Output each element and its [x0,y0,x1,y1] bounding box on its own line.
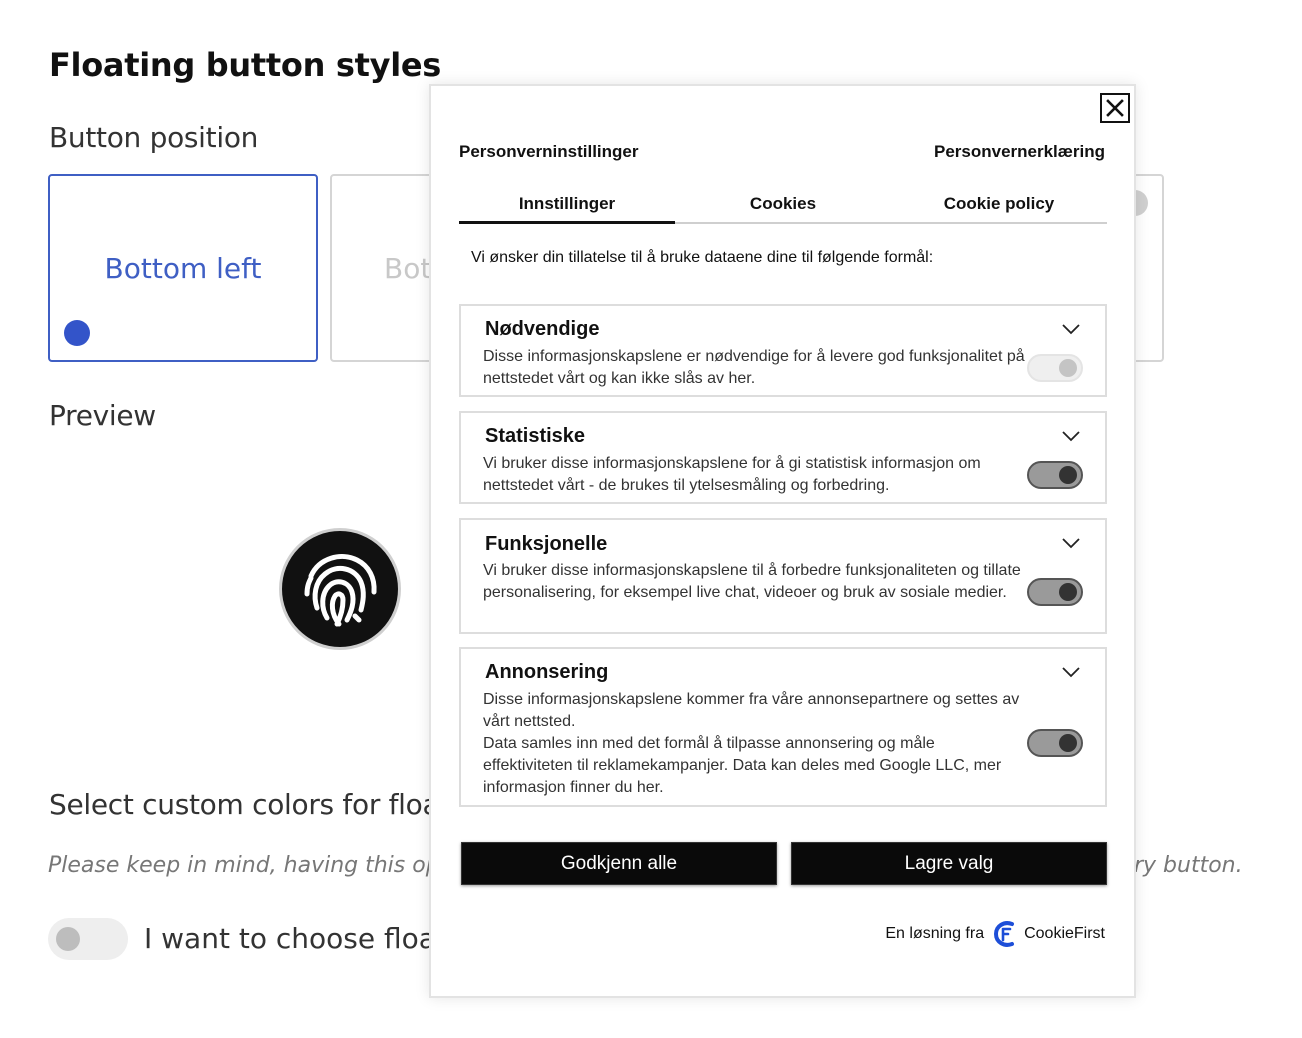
category-advertising: Annonsering Disse informasjonskapslene k… [459,647,1107,807]
category-statistics: Statistiske Vi bruker disse informasjons… [459,411,1107,504]
category-description: Disse informasjonskapslene er nødvendige… [483,348,1025,387]
modal-tabs: Innstillinger Cookies Cookie policy [459,194,1107,224]
category-toggle-necessary[interactable] [1027,354,1083,382]
category-title: Statistiske [485,425,586,447]
chevron-down-icon[interactable] [1061,536,1081,550]
category-description: Disse informasjonskapslene kommer fra vå… [483,691,1020,730]
category-functional: Funksjonelle Vi bruker disse informasjon… [459,518,1107,634]
toggle-knob [1059,466,1077,484]
category-toggle-functional[interactable] [1027,578,1083,606]
custom-colors-note-tail: ry button. [1134,853,1243,878]
preview-heading: Preview [49,399,156,432]
custom-colors-toggle[interactable] [48,918,128,960]
position-dot [64,320,90,346]
save-choices-button[interactable]: Lagre valg [791,842,1107,885]
category-toggle-advertising[interactable] [1027,729,1083,757]
page-title: Floating button styles [49,46,442,84]
position-option-label: Bottom left [104,252,262,285]
button-position-heading: Button position [49,121,259,154]
tab-cookie-policy[interactable]: Cookie policy [891,194,1107,222]
tab-cookies[interactable]: Cookies [675,194,891,222]
category-title: Nødvendige [485,318,600,340]
tab-settings[interactable]: Innstillinger [459,194,675,224]
fingerprint-icon [304,554,377,627]
category-necessary: Nødvendige Disse informasjonskapslene er… [459,304,1107,397]
category-description: Vi bruker disse informasjonskapslene til… [483,562,1021,601]
category-title: Annonsering [485,661,609,683]
close-button[interactable] [1100,93,1130,123]
category-description-extra: Data samles inn med det formål å tilpass… [483,735,1002,796]
chevron-down-icon[interactable] [1061,429,1081,443]
category-toggle-statistics[interactable] [1027,461,1083,489]
fingerprint-preview-button[interactable] [279,528,401,650]
category-title: Funksjonelle [485,533,608,555]
consent-intro: Vi ønsker din tillatelse til å bruke dat… [471,249,934,266]
toggle-knob [1059,359,1077,377]
category-description: Vi bruker disse informasjonskapslene for… [483,455,981,494]
cookiefirst-logo-icon [994,921,1015,947]
powered-by-text: En løsning fra [885,925,985,942]
chevron-down-icon[interactable] [1061,322,1081,336]
toggle-knob [1059,583,1077,601]
chevron-down-icon[interactable] [1061,665,1081,679]
toggle-knob [56,927,80,951]
accept-all-button[interactable]: Godkjenn alle [461,842,777,885]
privacy-settings-title: Personverninstillinger [459,142,639,161]
powered-by: En løsning fra CookieFirst [885,920,1105,948]
privacy-policy-link[interactable]: Personvernerklæring [934,142,1105,162]
position-option-bottom-left[interactable]: Bottom left [48,174,318,362]
close-icon [1106,99,1124,117]
cookie-consent-modal: Personverninstillinger Personvernerklæri… [429,84,1136,998]
toggle-knob [1059,734,1077,752]
custom-colors-toggle-label: I want to choose floati [144,922,455,955]
custom-colors-note: Please keep in mind, having this option [48,853,482,878]
brand-name[interactable]: CookieFirst [1024,925,1105,943]
custom-colors-heading: Select custom colors for floati [49,788,458,821]
